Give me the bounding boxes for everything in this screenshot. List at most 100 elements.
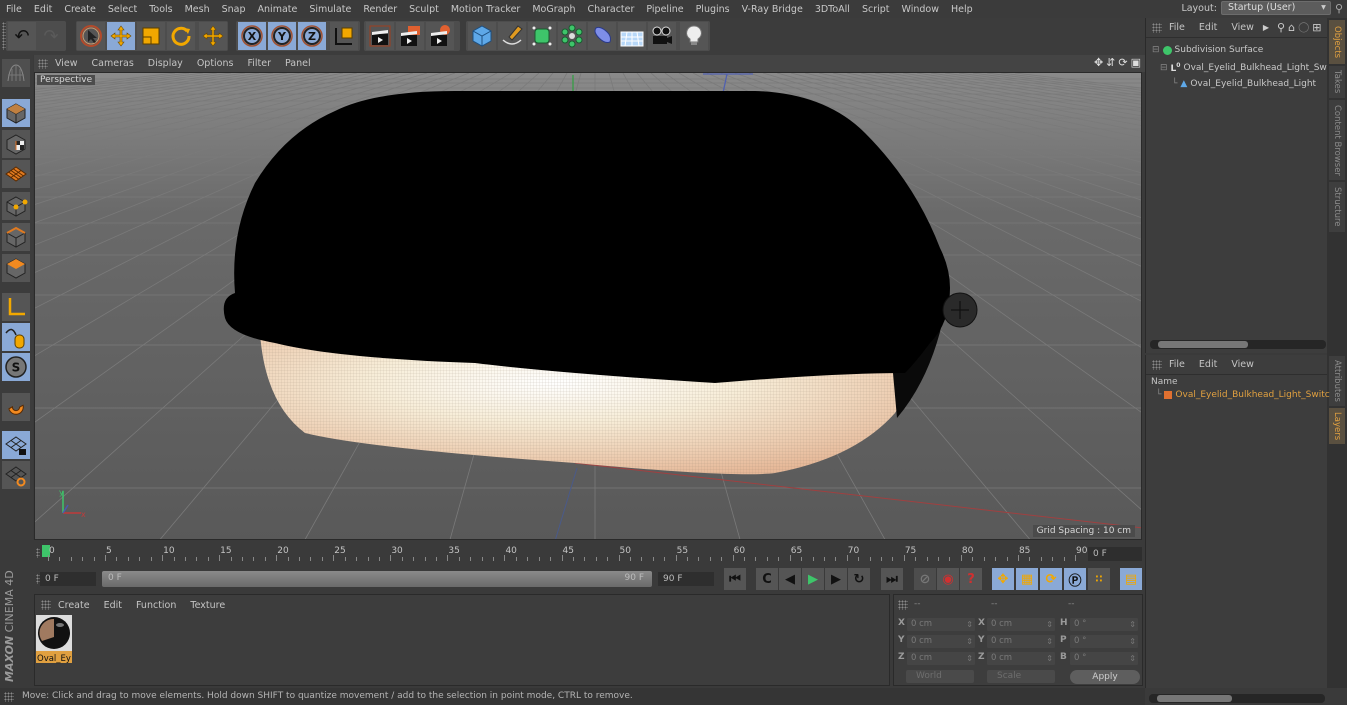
undo-button[interactable]: ↶ — [8, 22, 36, 50]
om-menu-file[interactable]: File — [1162, 22, 1192, 33]
mm-menu-edit[interactable]: Edit — [97, 600, 129, 611]
layer-manager-scrollbar[interactable] — [1149, 694, 1325, 703]
next-key-button[interactable]: ↻ — [848, 568, 870, 590]
menu-file[interactable]: File — [0, 4, 28, 15]
material-swatch[interactable]: Oval_Ey — [36, 615, 72, 664]
edges-mode-button[interactable] — [2, 223, 30, 251]
coord-value-field[interactable]: 0 ° — [1070, 635, 1138, 648]
axis-mode-button[interactable] — [2, 293, 30, 321]
menu-3dtoall[interactable]: 3DToAll — [809, 4, 856, 15]
search-icon[interactable]: ⚲ — [1277, 21, 1285, 34]
tab-layers[interactable]: Layers — [1329, 408, 1345, 444]
planar-workplane-button[interactable] — [2, 461, 30, 489]
next-frame-button[interactable]: ▶ — [825, 568, 847, 590]
home-icon[interactable]: ⌂ — [1288, 21, 1295, 34]
point-level-animation-button[interactable]: ∷ — [1088, 568, 1110, 590]
viewport-menu-filter[interactable]: Filter — [240, 58, 278, 69]
object-manager-grip[interactable] — [1152, 22, 1162, 33]
menu-snap[interactable]: Snap — [216, 4, 252, 15]
menu-tools[interactable]: Tools — [143, 4, 178, 15]
go-to-end-button[interactable]: ⏭ — [881, 568, 903, 590]
object-item-subdivision[interactable]: ⊟ Subdivision Surface — [1152, 45, 1263, 55]
mm-menu-function[interactable]: Function — [129, 600, 183, 611]
om-menu-edit[interactable]: Edit — [1192, 22, 1224, 33]
render-picture-viewer-button[interactable] — [396, 22, 424, 50]
move-view-icon[interactable]: ✥ — [1094, 56, 1103, 69]
more-arrow-icon[interactable]: ▶ — [1263, 23, 1269, 32]
menu-animate[interactable]: Animate — [252, 4, 304, 15]
menu-mesh[interactable]: Mesh — [179, 4, 216, 15]
go-to-start-button[interactable]: ⏮ — [724, 568, 746, 590]
viewport-menu-panel[interactable]: Panel — [278, 58, 318, 69]
coord-value-field[interactable]: 0 cm — [987, 635, 1055, 648]
scale-key-button[interactable]: ▦ — [1016, 568, 1038, 590]
tab-structure[interactable]: Structure — [1329, 182, 1345, 232]
object-item-null[interactable]: ⊟ L0 Oval_Eyelid_Bulkhead_Light_Swit — [1160, 62, 1333, 74]
viewport-menu-cameras[interactable]: Cameras — [85, 58, 141, 69]
lm-menu-edit[interactable]: Edit — [1192, 359, 1224, 370]
apply-button[interactable]: Apply — [1070, 670, 1140, 684]
recent-tool-button[interactable] — [199, 22, 227, 50]
move-button[interactable] — [107, 22, 135, 50]
cube-button[interactable] — [468, 22, 496, 50]
visibility-icon[interactable]: ◯ — [1298, 22, 1309, 33]
dolly-icon[interactable]: ⇵ — [1106, 56, 1115, 69]
menu-script[interactable]: Script — [856, 4, 896, 15]
viewport-menu-display[interactable]: Display — [141, 58, 190, 69]
live-selection-button[interactable] — [77, 22, 105, 50]
scale-button[interactable] — [137, 22, 165, 50]
z-axis-button[interactable]: Z — [298, 22, 326, 50]
timeline-button[interactable]: ▤ — [1120, 568, 1142, 590]
render-settings-button[interactable] — [426, 22, 454, 50]
record-off-button[interactable]: ⊘ — [914, 568, 936, 590]
camera-button[interactable] — [648, 22, 676, 50]
texture-mode-button[interactable] — [2, 130, 30, 158]
menu-render[interactable]: Render — [357, 4, 403, 15]
previous-key-button[interactable]: C — [756, 568, 778, 590]
search-icon[interactable]: ⚲ — [1335, 2, 1343, 15]
subdivision-surface-button[interactable] — [528, 22, 556, 50]
menu-sculpt[interactable]: Sculpt — [403, 4, 445, 15]
menu-vray-bridge[interactable]: V-Ray Bridge — [736, 4, 809, 15]
play-button[interactable]: ▶ — [802, 568, 824, 590]
rotate-view-icon[interactable]: ⟳ — [1118, 56, 1127, 69]
light-button[interactable] — [680, 22, 708, 50]
lm-menu-view[interactable]: View — [1224, 359, 1261, 370]
object-manager-scrollbar[interactable] — [1150, 340, 1326, 349]
floor-button[interactable] — [618, 22, 646, 50]
layer-manager-grip[interactable] — [1152, 359, 1162, 370]
menu-mograph[interactable]: MoGraph — [526, 4, 581, 15]
mm-menu-create[interactable]: Create — [51, 600, 97, 611]
make-editable-button[interactable] — [2, 59, 30, 87]
tab-takes[interactable]: Takes — [1329, 66, 1345, 98]
keyframe-selection-button[interactable]: ? — [960, 568, 982, 590]
menu-pipeline[interactable]: Pipeline — [640, 4, 689, 15]
range-slider[interactable]: 0 F 90 F — [102, 571, 652, 587]
render-view-button[interactable] — [366, 22, 394, 50]
tab-content-browser[interactable]: Content Browser — [1329, 100, 1345, 180]
menu-window[interactable]: Window — [896, 4, 945, 15]
viewport-perspective[interactable]: y x Perspective Grid Spacing : 10 cm — [34, 72, 1142, 540]
redo-button[interactable]: ↷ — [37, 22, 65, 50]
om-menu-view[interactable]: View — [1224, 22, 1261, 33]
start-frame-field[interactable]: 0 F — [40, 572, 96, 586]
current-frame-field[interactable]: 0 F — [1088, 547, 1142, 561]
solo-mode-button[interactable]: S — [2, 353, 30, 381]
menu-edit[interactable]: Edit — [28, 4, 58, 15]
autokey-button[interactable]: ◉ — [937, 568, 959, 590]
y-axis-button[interactable]: Y — [268, 22, 296, 50]
object-item-polygon[interactable]: └ ▲ Oval_Eyelid_Bulkhead_Light — [1172, 79, 1316, 89]
deformer-button[interactable] — [588, 22, 616, 50]
points-mode-button[interactable] — [2, 192, 30, 220]
x-axis-button[interactable]: X — [238, 22, 266, 50]
menu-motion-tracker[interactable]: Motion Tracker — [445, 4, 527, 15]
parameter-key-button[interactable]: Ⓟ — [1064, 568, 1086, 590]
coord-value-field[interactable]: 0 ° — [1070, 652, 1138, 665]
layer-item[interactable]: └ Oval_Eyelid_Bulkhead_Light_Switc — [1156, 390, 1330, 400]
rotate-button[interactable] — [167, 22, 195, 50]
coordinates-grip[interactable] — [898, 600, 908, 610]
viewport-menu-view[interactable]: View — [48, 58, 85, 69]
position-key-button[interactable]: ✥ — [992, 568, 1014, 590]
size-mode-dropdown[interactable]: Scale — [987, 670, 1055, 683]
rotation-key-button[interactable]: ⟳ — [1040, 568, 1062, 590]
